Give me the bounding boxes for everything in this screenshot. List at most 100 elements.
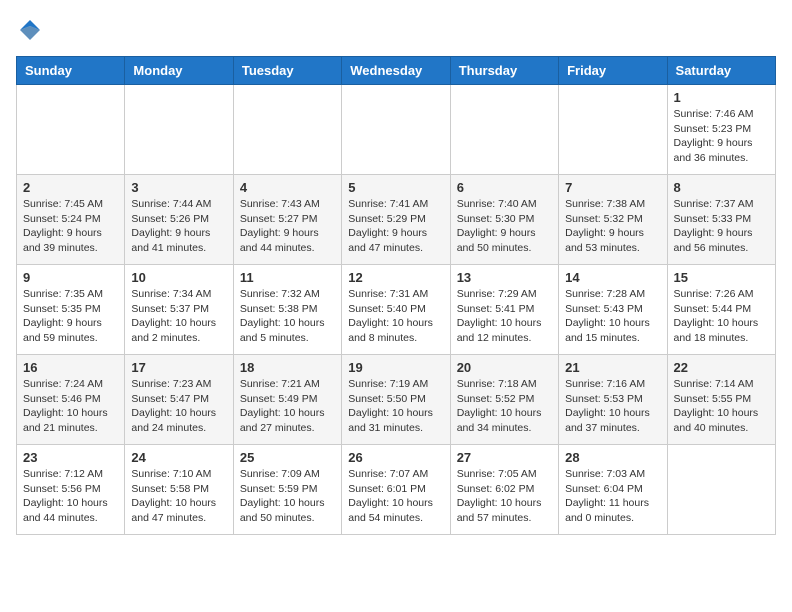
calendar-cell: 22 Sunrise: 7:14 AM Sunset: 5:55 PM Dayli…	[667, 355, 775, 445]
day-info: Sunrise: 7:45 AM Sunset: 5:24 PM Dayligh…	[23, 197, 118, 256]
day-info: Sunrise: 7:46 AM Sunset: 5:23 PM Dayligh…	[674, 107, 769, 166]
day-info: Sunrise: 7:41 AM Sunset: 5:29 PM Dayligh…	[348, 197, 443, 256]
day-number: 21	[565, 360, 660, 375]
day-number: 12	[348, 270, 443, 285]
calendar-header-tuesday: Tuesday	[233, 57, 341, 85]
day-number: 28	[565, 450, 660, 465]
header	[16, 16, 776, 44]
calendar-header-wednesday: Wednesday	[342, 57, 450, 85]
day-number: 9	[23, 270, 118, 285]
day-info: Sunrise: 7:24 AM Sunset: 5:46 PM Dayligh…	[23, 377, 118, 436]
day-number: 18	[240, 360, 335, 375]
calendar-header-friday: Friday	[559, 57, 667, 85]
day-info: Sunrise: 7:40 AM Sunset: 5:30 PM Dayligh…	[457, 197, 552, 256]
day-number: 2	[23, 180, 118, 195]
calendar-cell: 23Sunrise: 7:12 AM Sunset: 5:56 PM Dayli…	[17, 445, 125, 535]
day-number: 15	[674, 270, 769, 285]
day-number: 14	[565, 270, 660, 285]
day-info: Sunrise: 7:37 AM Sunset: 5:33 PM Dayligh…	[674, 197, 769, 256]
calendar-cell: 28Sunrise: 7:03 AM Sunset: 6:04 PM Dayli…	[559, 445, 667, 535]
day-info: Sunrise: 7:34 AM Sunset: 5:37 PM Dayligh…	[131, 287, 226, 346]
day-info: Sunrise: 7:21 AM Sunset: 5:49 PM Dayligh…	[240, 377, 335, 436]
day-number: 16	[23, 360, 118, 375]
calendar-cell: 26 Sunrise: 7:07 AM Sunset: 6:01 PM Dayli…	[342, 445, 450, 535]
day-info: Sunrise: 7:44 AM Sunset: 5:26 PM Dayligh…	[131, 197, 226, 256]
calendar-cell: 15 Sunrise: 7:26 AM Sunset: 5:44 PM Dayli…	[667, 265, 775, 355]
calendar-header-row: SundayMondayTuesdayWednesdayThursdayFrid…	[17, 57, 776, 85]
day-number: 22	[674, 360, 769, 375]
calendar-cell: 7 Sunrise: 7:38 AM Sunset: 5:32 PM Daylig…	[559, 175, 667, 265]
day-info: Sunrise: 7:38 AM Sunset: 5:32 PM Dayligh…	[565, 197, 660, 256]
calendar-cell: 27 Sunrise: 7:05 AM Sunset: 6:02 PM Dayli…	[450, 445, 558, 535]
calendar-cell: 5 Sunrise: 7:41 AM Sunset: 5:29 PM Daylig…	[342, 175, 450, 265]
calendar-cell: 16 Sunrise: 7:24 AM Sunset: 5:46 PM Dayli…	[17, 355, 125, 445]
calendar-cell: 18 Sunrise: 7:21 AM Sunset: 5:49 PM Dayli…	[233, 355, 341, 445]
day-info: Sunrise: 7:32 AM Sunset: 5:38 PM Dayligh…	[240, 287, 335, 346]
day-number: 17	[131, 360, 226, 375]
day-info: Sunrise: 7:09 AM Sunset: 5:59 PM Dayligh…	[240, 467, 335, 526]
day-number: 11	[240, 270, 335, 285]
day-number: 7	[565, 180, 660, 195]
day-info: Sunrise: 7:14 AM Sunset: 5:55 PM Dayligh…	[674, 377, 769, 436]
calendar-cell: 14 Sunrise: 7:28 AM Sunset: 5:43 PM Dayli…	[559, 265, 667, 355]
calendar-cell	[17, 85, 125, 175]
day-number: 5	[348, 180, 443, 195]
day-info: Sunrise: 7:28 AM Sunset: 5:43 PM Dayligh…	[565, 287, 660, 346]
day-info: Sunrise: 7:18 AM Sunset: 5:52 PM Dayligh…	[457, 377, 552, 436]
day-info: Sunrise: 7:10 AM Sunset: 5:58 PM Dayligh…	[131, 467, 226, 526]
calendar-cell: 17 Sunrise: 7:23 AM Sunset: 5:47 PM Dayli…	[125, 355, 233, 445]
calendar-cell: 1 Sunrise: 7:46 AM Sunset: 5:23 PM Daylig…	[667, 85, 775, 175]
calendar-week-row: 2 Sunrise: 7:45 AM Sunset: 5:24 PM Daylig…	[17, 175, 776, 265]
calendar-cell: 2 Sunrise: 7:45 AM Sunset: 5:24 PM Daylig…	[17, 175, 125, 265]
calendar-cell	[125, 85, 233, 175]
day-info: Sunrise: 7:07 AM Sunset: 6:01 PM Dayligh…	[348, 467, 443, 526]
calendar-cell: 24 Sunrise: 7:10 AM Sunset: 5:58 PM Dayli…	[125, 445, 233, 535]
day-number: 8	[674, 180, 769, 195]
day-info: Sunrise: 7:29 AM Sunset: 5:41 PM Dayligh…	[457, 287, 552, 346]
logo-icon	[16, 16, 44, 44]
calendar-header-saturday: Saturday	[667, 57, 775, 85]
calendar-cell: 21 Sunrise: 7:16 AM Sunset: 5:53 PM Dayli…	[559, 355, 667, 445]
day-number: 24	[131, 450, 226, 465]
day-number: 25	[240, 450, 335, 465]
day-number: 3	[131, 180, 226, 195]
calendar-week-row: 9 Sunrise: 7:35 AM Sunset: 5:35 PM Daylig…	[17, 265, 776, 355]
calendar-cell: 20 Sunrise: 7:18 AM Sunset: 5:52 PM Dayli…	[450, 355, 558, 445]
day-info: Sunrise: 7:05 AM Sunset: 6:02 PM Dayligh…	[457, 467, 552, 526]
calendar-cell: 12 Sunrise: 7:31 AM Sunset: 5:40 PM Dayli…	[342, 265, 450, 355]
calendar-cell: 3 Sunrise: 7:44 AM Sunset: 5:26 PM Daylig…	[125, 175, 233, 265]
day-info: Sunrise: 7:31 AM Sunset: 5:40 PM Dayligh…	[348, 287, 443, 346]
calendar-header-sunday: Sunday	[17, 57, 125, 85]
calendar-cell	[233, 85, 341, 175]
day-number: 6	[457, 180, 552, 195]
day-info: Sunrise: 7:16 AM Sunset: 5:53 PM Dayligh…	[565, 377, 660, 436]
calendar-week-row: 16 Sunrise: 7:24 AM Sunset: 5:46 PM Dayli…	[17, 355, 776, 445]
calendar-cell: 13 Sunrise: 7:29 AM Sunset: 5:41 PM Dayli…	[450, 265, 558, 355]
day-info: Sunrise: 7:26 AM Sunset: 5:44 PM Dayligh…	[674, 287, 769, 346]
day-info: Sunrise: 7:43 AM Sunset: 5:27 PM Dayligh…	[240, 197, 335, 256]
calendar-cell: 10 Sunrise: 7:34 AM Sunset: 5:37 PM Dayli…	[125, 265, 233, 355]
calendar-week-row: 1 Sunrise: 7:46 AM Sunset: 5:23 PM Daylig…	[17, 85, 776, 175]
day-number: 19	[348, 360, 443, 375]
calendar-header-thursday: Thursday	[450, 57, 558, 85]
calendar-cell: 9 Sunrise: 7:35 AM Sunset: 5:35 PM Daylig…	[17, 265, 125, 355]
calendar-cell: 19 Sunrise: 7:19 AM Sunset: 5:50 PM Dayli…	[342, 355, 450, 445]
day-info: Sunrise: 7:23 AM Sunset: 5:47 PM Dayligh…	[131, 377, 226, 436]
day-info: Sunrise: 7:35 AM Sunset: 5:35 PM Dayligh…	[23, 287, 118, 346]
calendar-cell	[342, 85, 450, 175]
day-number: 1	[674, 90, 769, 105]
day-number: 27	[457, 450, 552, 465]
day-number: 13	[457, 270, 552, 285]
day-number: 4	[240, 180, 335, 195]
calendar-header-monday: Monday	[125, 57, 233, 85]
day-number: 26	[348, 450, 443, 465]
day-number: 20	[457, 360, 552, 375]
day-number: 10	[131, 270, 226, 285]
calendar-cell: 25 Sunrise: 7:09 AM Sunset: 5:59 PM Dayli…	[233, 445, 341, 535]
calendar-cell: 11 Sunrise: 7:32 AM Sunset: 5:38 PM Dayli…	[233, 265, 341, 355]
day-info: Sunrise: 7:19 AM Sunset: 5:50 PM Dayligh…	[348, 377, 443, 436]
logo	[16, 16, 48, 44]
calendar-cell: 6 Sunrise: 7:40 AM Sunset: 5:30 PM Daylig…	[450, 175, 558, 265]
calendar-cell	[559, 85, 667, 175]
day-number: 23	[23, 450, 118, 465]
